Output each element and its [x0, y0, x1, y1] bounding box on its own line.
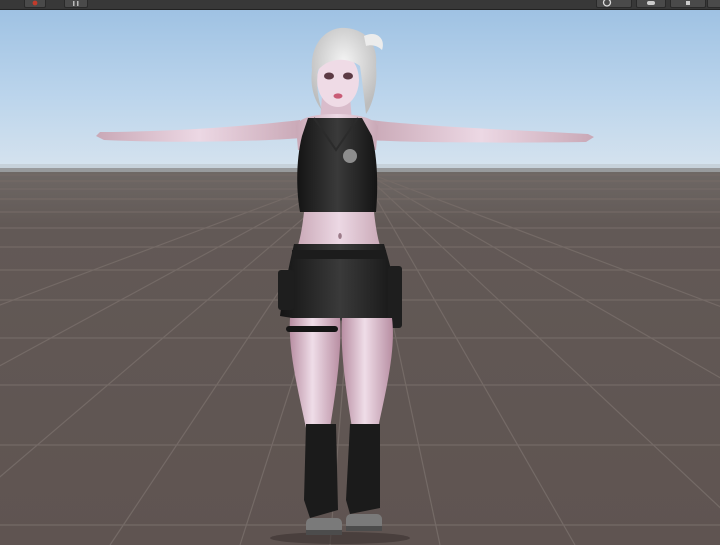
layers-icon[interactable] [64, 0, 88, 8]
unity-logo-icon[interactable] [24, 0, 46, 8]
menu-edge[interactable] [707, 0, 720, 8]
top-emblem [343, 149, 357, 163]
scene-view-window [0, 0, 720, 545]
scene-toolbar [0, 0, 720, 10]
crop-top [297, 118, 378, 212]
scene-viewport[interactable] [0, 10, 720, 545]
right-boot [346, 424, 380, 514]
collab-icon[interactable] [596, 0, 632, 8]
account-icon[interactable] [670, 0, 706, 8]
cloud-icon[interactable] [636, 0, 666, 8]
left-boot [304, 424, 338, 518]
